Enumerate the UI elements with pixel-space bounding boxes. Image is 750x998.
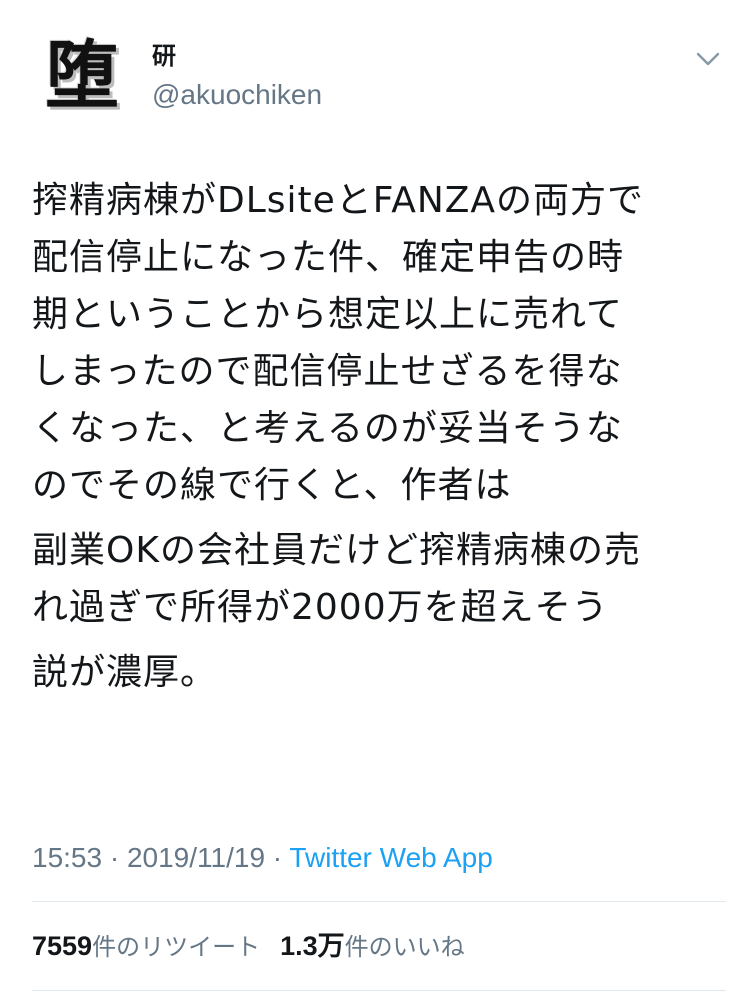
tweet-stats: 7559件のリツイート 1.3万件のいいね [32, 928, 465, 965]
retweets-stat[interactable]: 7559件のリツイート [32, 931, 261, 961]
divider [32, 990, 726, 991]
retweets-count: 7559 [32, 931, 93, 961]
author-display-name[interactable]: 研 [152, 42, 176, 70]
avatar-glyph: 堕 [45, 33, 119, 119]
tweet-paragraph-3: 説が濃厚。 [32, 652, 218, 693]
tweet-text: 搾精病棟がDLsiteとFANZAの両方で 配信停止になった件、確定申告の時 期… [32, 172, 732, 701]
likes-label: 件のいいね [344, 933, 465, 961]
chevron-down-icon[interactable] [694, 48, 722, 70]
retweets-label: 件のリツイート [92, 933, 261, 961]
meta-separator: · [265, 842, 290, 873]
avatar[interactable]: 堕 堕 [36, 28, 132, 119]
meta-separator: · [102, 842, 127, 873]
tweet-paragraph-2: 副業OKの会社員だけど搾精病棟の売 れ過ぎで所得が2000万を超えそう [32, 530, 641, 628]
likes-stat[interactable]: 1.3万件のいいね [280, 931, 465, 961]
tweet-time[interactable]: 15:53 [32, 842, 102, 873]
likes-count: 1.3万 [280, 931, 345, 961]
tweet-source-app[interactable]: Twitter Web App [289, 842, 492, 873]
tweet-header: 堕 堕 研 @akuochiken [0, 0, 750, 150]
tweet-date[interactable]: 2019/11/19 [127, 842, 265, 873]
tweet-paragraph-1: 搾精病棟がDLsiteとFANZAの両方で 配信停止になった件、確定申告の時 期… [32, 180, 645, 506]
author-handle[interactable]: @akuochiken [152, 78, 322, 112]
divider [32, 901, 726, 902]
tweet-meta: 15:53 · 2019/11/19 · Twitter Web App [32, 838, 493, 878]
